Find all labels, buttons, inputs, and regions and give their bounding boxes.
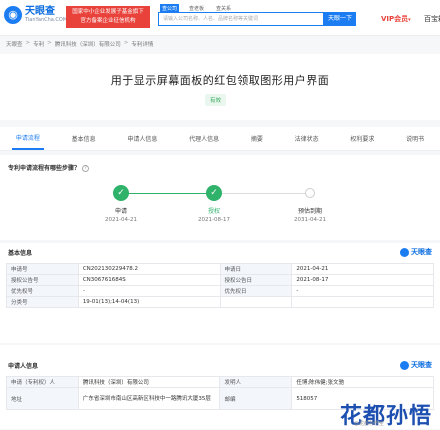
tab-basic-info[interactable]: 基本信息 xyxy=(68,128,100,149)
tab-applicant[interactable]: 申请人信息 xyxy=(123,128,161,149)
table-value: CN202130229478.2 xyxy=(77,263,221,275)
breadcrumb-separator: > xyxy=(25,40,31,46)
chevron-down-icon: ▾ xyxy=(408,17,411,23)
status-badge: 有效 xyxy=(205,94,227,106)
table-key: 申请号 xyxy=(6,263,79,275)
tab-abstract[interactable]: 摘要 xyxy=(247,128,267,149)
promo-line2: 官方备案企业征信机构 xyxy=(80,18,136,24)
breadcrumb-separator: > xyxy=(123,40,129,46)
more-nav[interactable]: 百宝箱 xyxy=(424,14,440,24)
brand-badge: 天眼查 xyxy=(400,360,432,370)
vip-label: VIP会员 xyxy=(381,15,409,23)
breadcrumb-home[interactable]: 天眼查 xyxy=(6,40,23,48)
logo-url: TianYanCha.COM xyxy=(25,17,68,23)
check-icon: ✓ xyxy=(206,185,222,201)
step-date-expire: 2031-04-21 xyxy=(294,217,326,223)
table-row: 优先权号 - 优先权日 - xyxy=(6,285,434,297)
site-logo[interactable]: ◉ 天眼查 TianYanCha.COM xyxy=(4,6,67,24)
table-row: 申请号 CN202130229478.2 申请日 2021-04-21 xyxy=(6,263,434,275)
table-key: 分类号 xyxy=(6,296,79,308)
step-date-grant: 2021-08-17 xyxy=(198,217,230,223)
tab-legal-status[interactable]: 法律状态 xyxy=(291,128,323,149)
basic-info-heading: 基本信息 xyxy=(8,250,33,257)
top-header: ◉ 天眼查 TianYanCha.COM 国家中小企业发展子基金旗下 官方备案企… xyxy=(0,0,440,36)
title-card: 用于显示屏幕面板的红包领取图形用户界面 有效 xyxy=(0,54,440,120)
table-value: 19-01(13);14-04(13) xyxy=(77,296,221,308)
table-value: 2021-04-21 xyxy=(291,263,434,275)
step-label-apply: 申请 xyxy=(114,208,127,215)
detail-tabs: 申请流程 基本信息 申请人信息 代理人信息 摘要 法律状态 权利要求 说明书 xyxy=(0,127,440,151)
help-icon[interactable]: ? xyxy=(82,165,90,172)
table-key: 申请（专利权）人 xyxy=(6,376,79,388)
table-value: 广东省深圳市南山区高新区科技中一路腾讯大厦35层 xyxy=(77,387,221,410)
process-section: 专利申请流程有哪些步骤？? ✓ 申请 2021-04-21 ✓ 授权 2021-… xyxy=(0,155,440,240)
table-key: 授权公告号 xyxy=(6,274,79,286)
table-value: - xyxy=(291,285,434,297)
promo-line1: 国家中小企业发展子基金旗下 xyxy=(72,9,144,15)
step-label-grant: 授权 xyxy=(207,208,220,215)
process-heading: 专利申请流程有哪些步骤？? xyxy=(8,163,90,172)
table-value: 任博;陈伟健;张文驰 xyxy=(291,376,434,388)
pending-dot-icon xyxy=(305,188,315,198)
step-date-apply: 2021-04-21 xyxy=(105,217,137,223)
check-icon: ✓ xyxy=(113,185,129,201)
tab-agent[interactable]: 代理人信息 xyxy=(185,128,223,149)
basic-info-table: 申请号 CN202130229478.2 申请日 2021-04-21 授权公告… xyxy=(6,263,434,308)
breadcrumb-separator: > xyxy=(47,40,52,46)
table-key: 优先权日 xyxy=(219,285,293,297)
applicant-link[interactable]: 腾讯科技（深圳）有限公司 xyxy=(77,376,221,388)
eye-logo-icon: ◉ xyxy=(4,6,22,24)
search-input[interactable]: 请输入公司名称、人名、品牌名称等关键词 xyxy=(158,12,324,26)
breadcrumb-patent[interactable]: 专利 xyxy=(33,40,44,48)
table-key: 地址 xyxy=(6,387,79,410)
promo-banner[interactable]: 国家中小企业发展子基金旗下 官方备案企业征信机构 xyxy=(66,6,150,28)
process-heading-text: 专利申请流程有哪些步骤？ xyxy=(8,165,81,172)
table-value: - xyxy=(77,285,221,297)
breadcrumb-current: 专利详情 xyxy=(131,42,154,48)
eye-logo-icon xyxy=(400,247,409,257)
table-value xyxy=(291,296,434,308)
breadcrumb-company[interactable]: 腾讯科技（深圳）有限公司 xyxy=(55,40,121,48)
tab-process[interactable]: 申请流程 xyxy=(11,127,44,150)
table-key: 优先权号 xyxy=(6,285,79,297)
table-row: 授权公告号 CN306761684S 授权公告日 2021-08-17 xyxy=(6,274,434,286)
vip-menu[interactable]: VIP会员▾ xyxy=(381,14,411,24)
search-button[interactable]: 天眼一下 xyxy=(324,12,356,26)
weibo-watermark: @花都孙悟空 xyxy=(353,421,384,427)
step-connector-pending xyxy=(222,193,308,194)
table-row: 分类号 19-01(13);14-04(13) xyxy=(6,296,434,308)
breadcrumb: 天眼查 > 专利 > 腾讯科技（深圳）有限公司 > 专利详情 xyxy=(6,40,156,48)
table-value: 2021-08-17 xyxy=(291,274,434,286)
tab-claims[interactable]: 权利要求 xyxy=(346,128,378,149)
brand-badge-text: 天眼查 xyxy=(411,361,432,369)
table-key: 邮编 xyxy=(219,387,293,410)
step-label-expire: 预估到期 xyxy=(297,208,322,215)
table-key: 申请日 xyxy=(219,263,293,275)
applicant-heading: 申请人信息 xyxy=(8,363,39,370)
tab-description[interactable]: 说明书 xyxy=(402,128,428,149)
brand-badge-text: 天眼查 xyxy=(411,248,432,256)
brand-badge: 天眼查 xyxy=(400,247,432,257)
logo-name: 天眼查 xyxy=(25,6,55,17)
table-row: 申请（专利权）人 腾讯科技（深圳）有限公司 发明人 任博;陈伟健;张文驰 xyxy=(6,376,434,388)
page-title: 用于显示屏幕面板的红包领取图形用户界面 xyxy=(110,74,330,87)
table-value: CN306761684S xyxy=(77,274,221,286)
basic-info-section: 基本信息 天眼查 申请号 CN202130229478.2 申请日 2021-0… xyxy=(0,243,440,343)
step-connector-done xyxy=(128,193,214,194)
table-key xyxy=(219,296,293,308)
table-key: 发明人 xyxy=(219,376,293,388)
table-key: 授权公告日 xyxy=(219,274,293,286)
eye-logo-icon xyxy=(400,360,409,370)
